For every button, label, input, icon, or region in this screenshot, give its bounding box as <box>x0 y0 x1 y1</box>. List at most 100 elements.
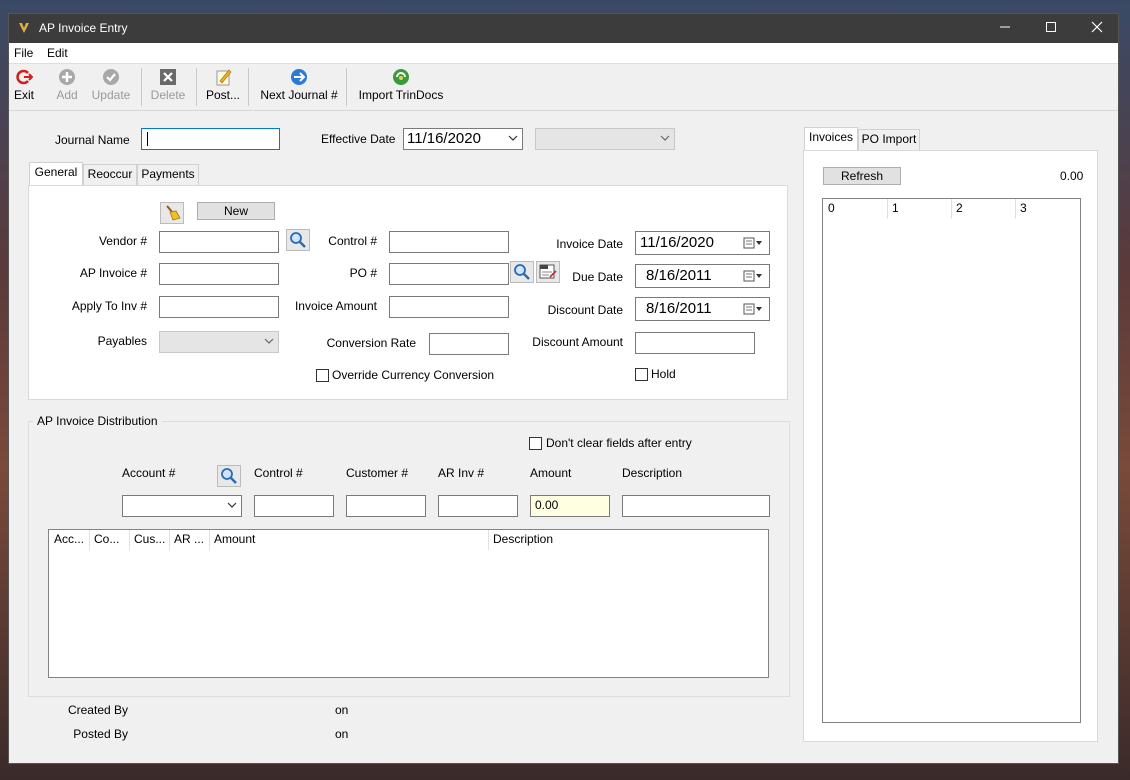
created-by-label: Created By <box>67 703 128 717</box>
toolbar: Exit Add Update Delete Post... Next Jour… <box>9 64 1118 111</box>
account-select[interactable] <box>122 495 242 517</box>
add-button[interactable]: Add <box>54 68 80 108</box>
tab-invoices[interactable]: Invoices <box>804 127 858 150</box>
ar-inv-column-label: AR Inv # <box>438 466 485 480</box>
list-header-control[interactable]: Co... <box>94 532 128 546</box>
invoices-header-0[interactable]: 0 <box>828 201 884 215</box>
distribution-title: AP Invoice Distribution <box>33 414 162 428</box>
invoices-header-2[interactable]: 2 <box>956 201 1012 215</box>
import-trindocs-button[interactable]: Import TrinDocs <box>357 68 445 108</box>
delete-button[interactable]: Delete <box>150 68 186 108</box>
vendor-label: Vendor # <box>98 234 147 248</box>
invoices-header-3[interactable]: 3 <box>1020 201 1076 215</box>
conversion-rate-label: Conversion Rate <box>326 336 416 350</box>
post-button[interactable]: Post... <box>205 68 241 108</box>
column-divider <box>209 530 210 550</box>
hold-checkbox[interactable] <box>635 368 648 381</box>
discount-date-label: Discount Date <box>547 303 623 317</box>
created-on-label: on <box>335 703 349 717</box>
invoices-header-1[interactable]: 1 <box>892 201 948 215</box>
menu-edit[interactable]: Edit <box>47 46 68 60</box>
effective-date-label: Effective Date <box>321 132 396 146</box>
exit-button[interactable]: Exit <box>13 68 35 108</box>
override-currency-checkbox[interactable] <box>316 369 329 382</box>
close-button[interactable] <box>1074 14 1118 43</box>
import-trindocs-icon <box>393 69 409 85</box>
delete-icon <box>160 69 176 85</box>
account-column-label: Account # <box>122 466 176 480</box>
dont-clear-label: Don't clear fields after entry <box>546 436 692 450</box>
delete-label: Delete <box>150 88 186 102</box>
dist-description-input[interactable] <box>622 495 770 517</box>
customer-column-label: Customer # <box>346 466 409 480</box>
vendor-input[interactable] <box>159 231 279 253</box>
list-header-ar-inv[interactable]: AR ... <box>174 532 208 546</box>
post-icon <box>216 69 232 86</box>
apply-to-inv-label: Apply To Inv # <box>71 299 147 313</box>
exit-label: Exit <box>13 88 34 102</box>
account-search-button[interactable] <box>217 465 241 487</box>
minimize-button[interactable] <box>982 14 1028 43</box>
list-header-description[interactable]: Description <box>493 532 693 546</box>
app-logo-icon <box>19 23 29 33</box>
window-title: AP Invoice Entry <box>39 21 128 35</box>
column-divider <box>1015 199 1016 219</box>
distribution-list[interactable]: Acc... Co... Cus... AR ... Amount Descri… <box>48 529 769 678</box>
period-select[interactable] <box>535 128 675 150</box>
override-currency-label: Override Currency Conversion <box>332 368 495 382</box>
discount-amount-input[interactable] <box>635 332 755 354</box>
close-icon <box>1091 21 1103 33</box>
refresh-button[interactable]: Refresh <box>823 167 901 185</box>
control-column-label: Control # <box>254 466 303 480</box>
invoice-date-value: 11/16/2020 <box>640 234 714 251</box>
invoice-amount-input[interactable] <box>389 296 509 318</box>
list-header-customer[interactable]: Cus... <box>134 532 168 546</box>
tab-payments[interactable]: Payments <box>137 164 199 185</box>
minimize-icon <box>1000 26 1010 28</box>
column-divider <box>887 199 888 219</box>
po-input[interactable] <box>389 263 509 285</box>
apply-to-inv-input[interactable] <box>159 296 279 318</box>
calendar-dropdown-icon <box>743 237 762 249</box>
maximize-button[interactable] <box>1028 14 1074 43</box>
discount-date-picker[interactable]: 8/16/2011 <box>635 297 770 321</box>
broom-icon <box>166 205 181 221</box>
effective-date-picker[interactable]: 11/16/2020 <box>403 128 523 150</box>
clear-button[interactable] <box>160 202 184 224</box>
dist-ar-inv-input[interactable] <box>438 495 518 517</box>
text-caret <box>147 132 148 146</box>
list-header-amount[interactable]: Amount <box>214 532 484 546</box>
dist-control-input[interactable] <box>254 495 334 517</box>
post-label: Post... <box>205 88 240 102</box>
column-divider <box>488 530 489 550</box>
toolbar-separator <box>346 68 347 106</box>
payables-select[interactable] <box>159 331 279 353</box>
invoice-date-picker[interactable]: 11/16/2020 <box>635 231 770 255</box>
payables-label: Payables <box>97 334 147 348</box>
dont-clear-checkbox[interactable] <box>529 437 542 450</box>
menu-file[interactable]: File <box>14 46 33 60</box>
ap-invoice-input[interactable] <box>159 263 279 285</box>
new-button[interactable]: New <box>197 202 275 220</box>
tab-reoccur[interactable]: Reoccur <box>83 164 137 185</box>
ap-invoice-label: AP Invoice # <box>79 266 147 280</box>
amount-column-label: Amount <box>530 466 572 480</box>
next-journal-button[interactable]: Next Journal # <box>259 68 339 108</box>
invoices-list[interactable]: 0 1 2 3 <box>822 198 1081 723</box>
tab-general[interactable]: General <box>29 162 83 185</box>
description-column-label: Description <box>622 466 683 480</box>
tab-po-import[interactable]: PO Import <box>858 129 920 150</box>
import-trindocs-label: Import TrinDocs <box>358 88 444 102</box>
due-date-picker[interactable]: 8/16/2011 <box>635 264 770 288</box>
control-input[interactable] <box>389 231 509 253</box>
conversion-rate-input[interactable] <box>429 333 509 355</box>
dist-amount-input[interactable]: 0.00 <box>530 495 610 517</box>
exit-icon <box>16 69 33 85</box>
po-label: PO # <box>349 266 377 280</box>
invoice-date-label: Invoice Date <box>556 237 623 251</box>
toolbar-separator <box>141 68 142 106</box>
update-button[interactable]: Update <box>91 68 131 108</box>
journal-name-input[interactable] <box>141 128 280 150</box>
dist-customer-input[interactable] <box>346 495 426 517</box>
list-header-account[interactable]: Acc... <box>54 532 88 546</box>
